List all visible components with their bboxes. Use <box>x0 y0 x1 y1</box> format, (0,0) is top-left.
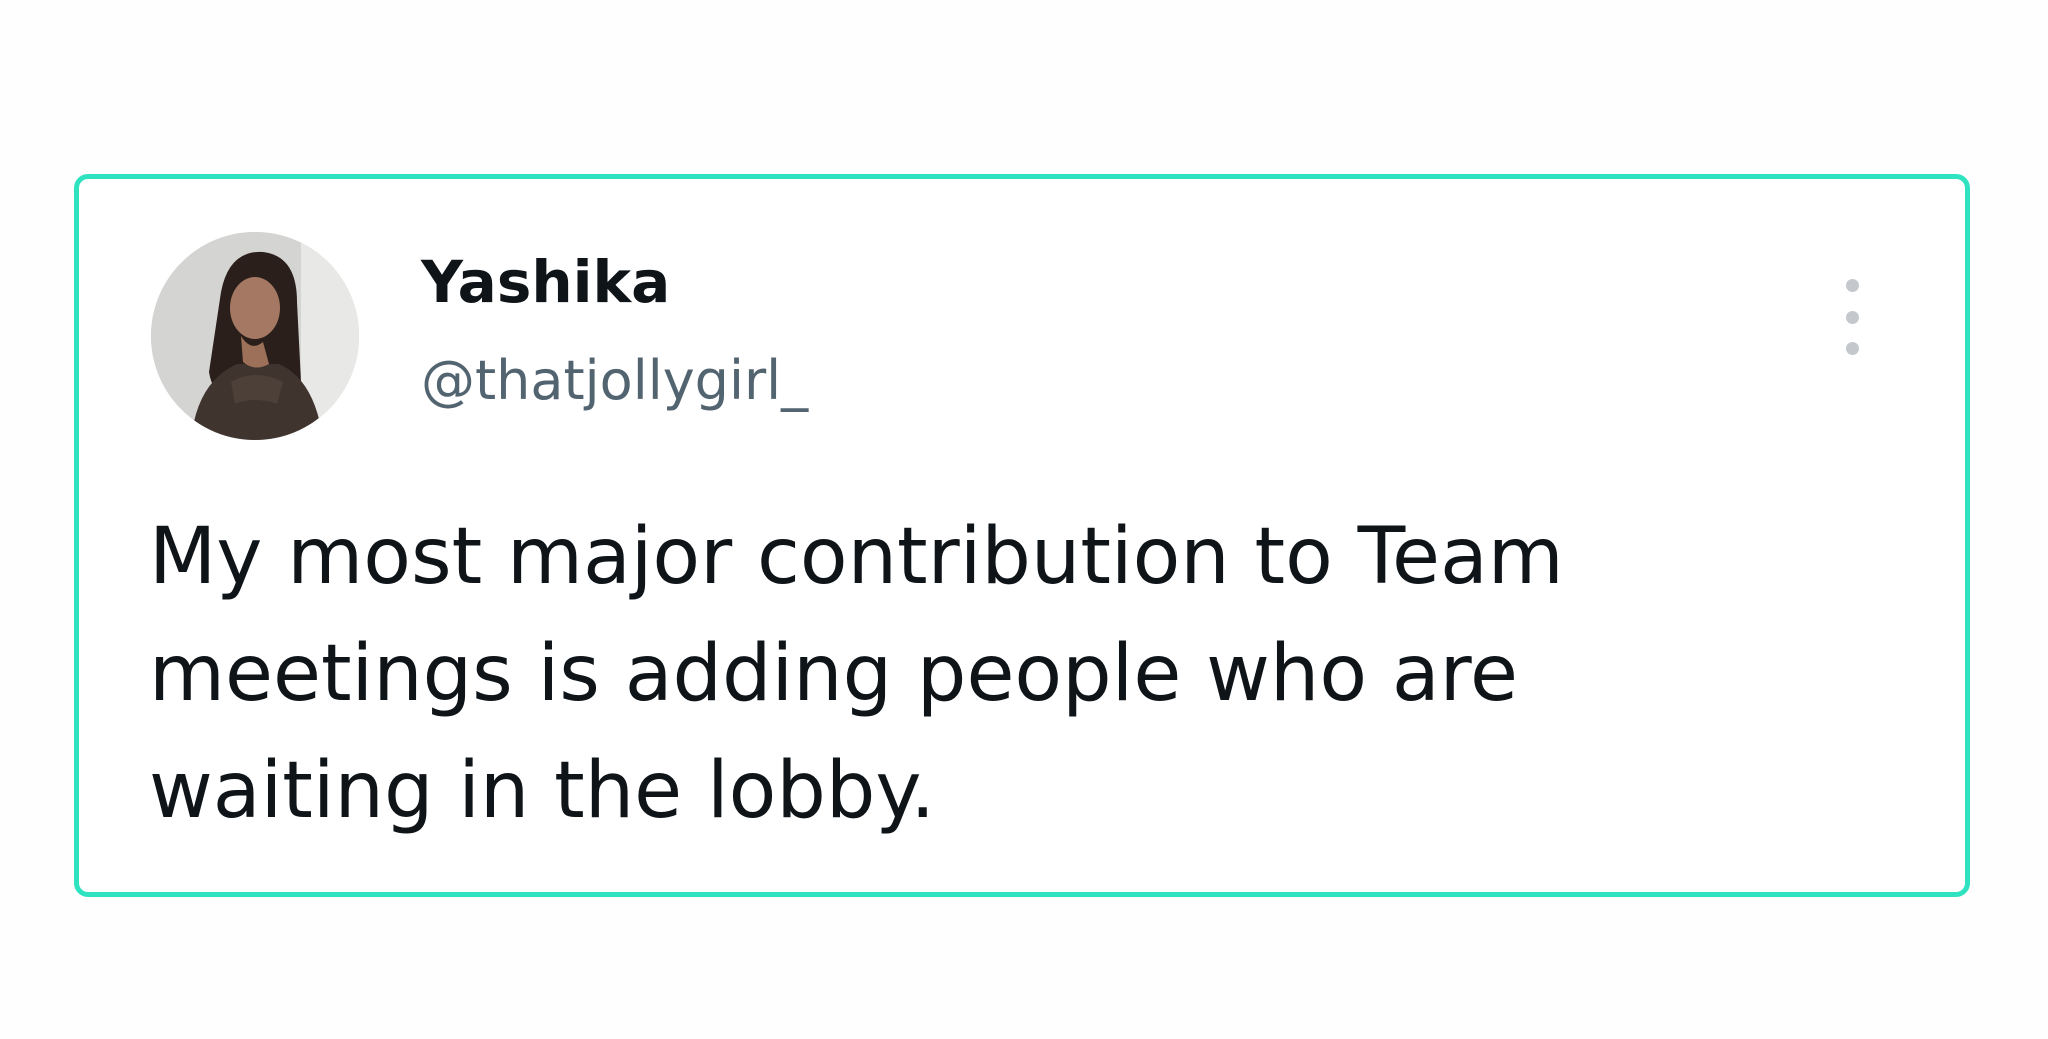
tweet-text-line: meetings is adding people who are <box>149 629 1518 719</box>
author-handle[interactable]: @thatjollygirl_ <box>421 349 808 413</box>
avatar-photo <box>151 232 359 440</box>
menu-dot <box>1845 310 1859 324</box>
author-name[interactable]: Yashika <box>421 247 670 317</box>
menu-dot <box>1845 279 1859 292</box>
tweet-card: Yashika @thatjollygirl_ My most major co… <box>74 174 1970 897</box>
tweet-text: My most major contribution to Team meeti… <box>149 499 1789 850</box>
avatar[interactable] <box>151 232 359 440</box>
more-options-icon[interactable] <box>1837 279 1867 355</box>
tweet-text-line: My most major contribution to Team <box>149 512 1564 602</box>
tweet-text-line: waiting in the lobby. <box>149 746 936 836</box>
menu-dot <box>1845 342 1859 355</box>
